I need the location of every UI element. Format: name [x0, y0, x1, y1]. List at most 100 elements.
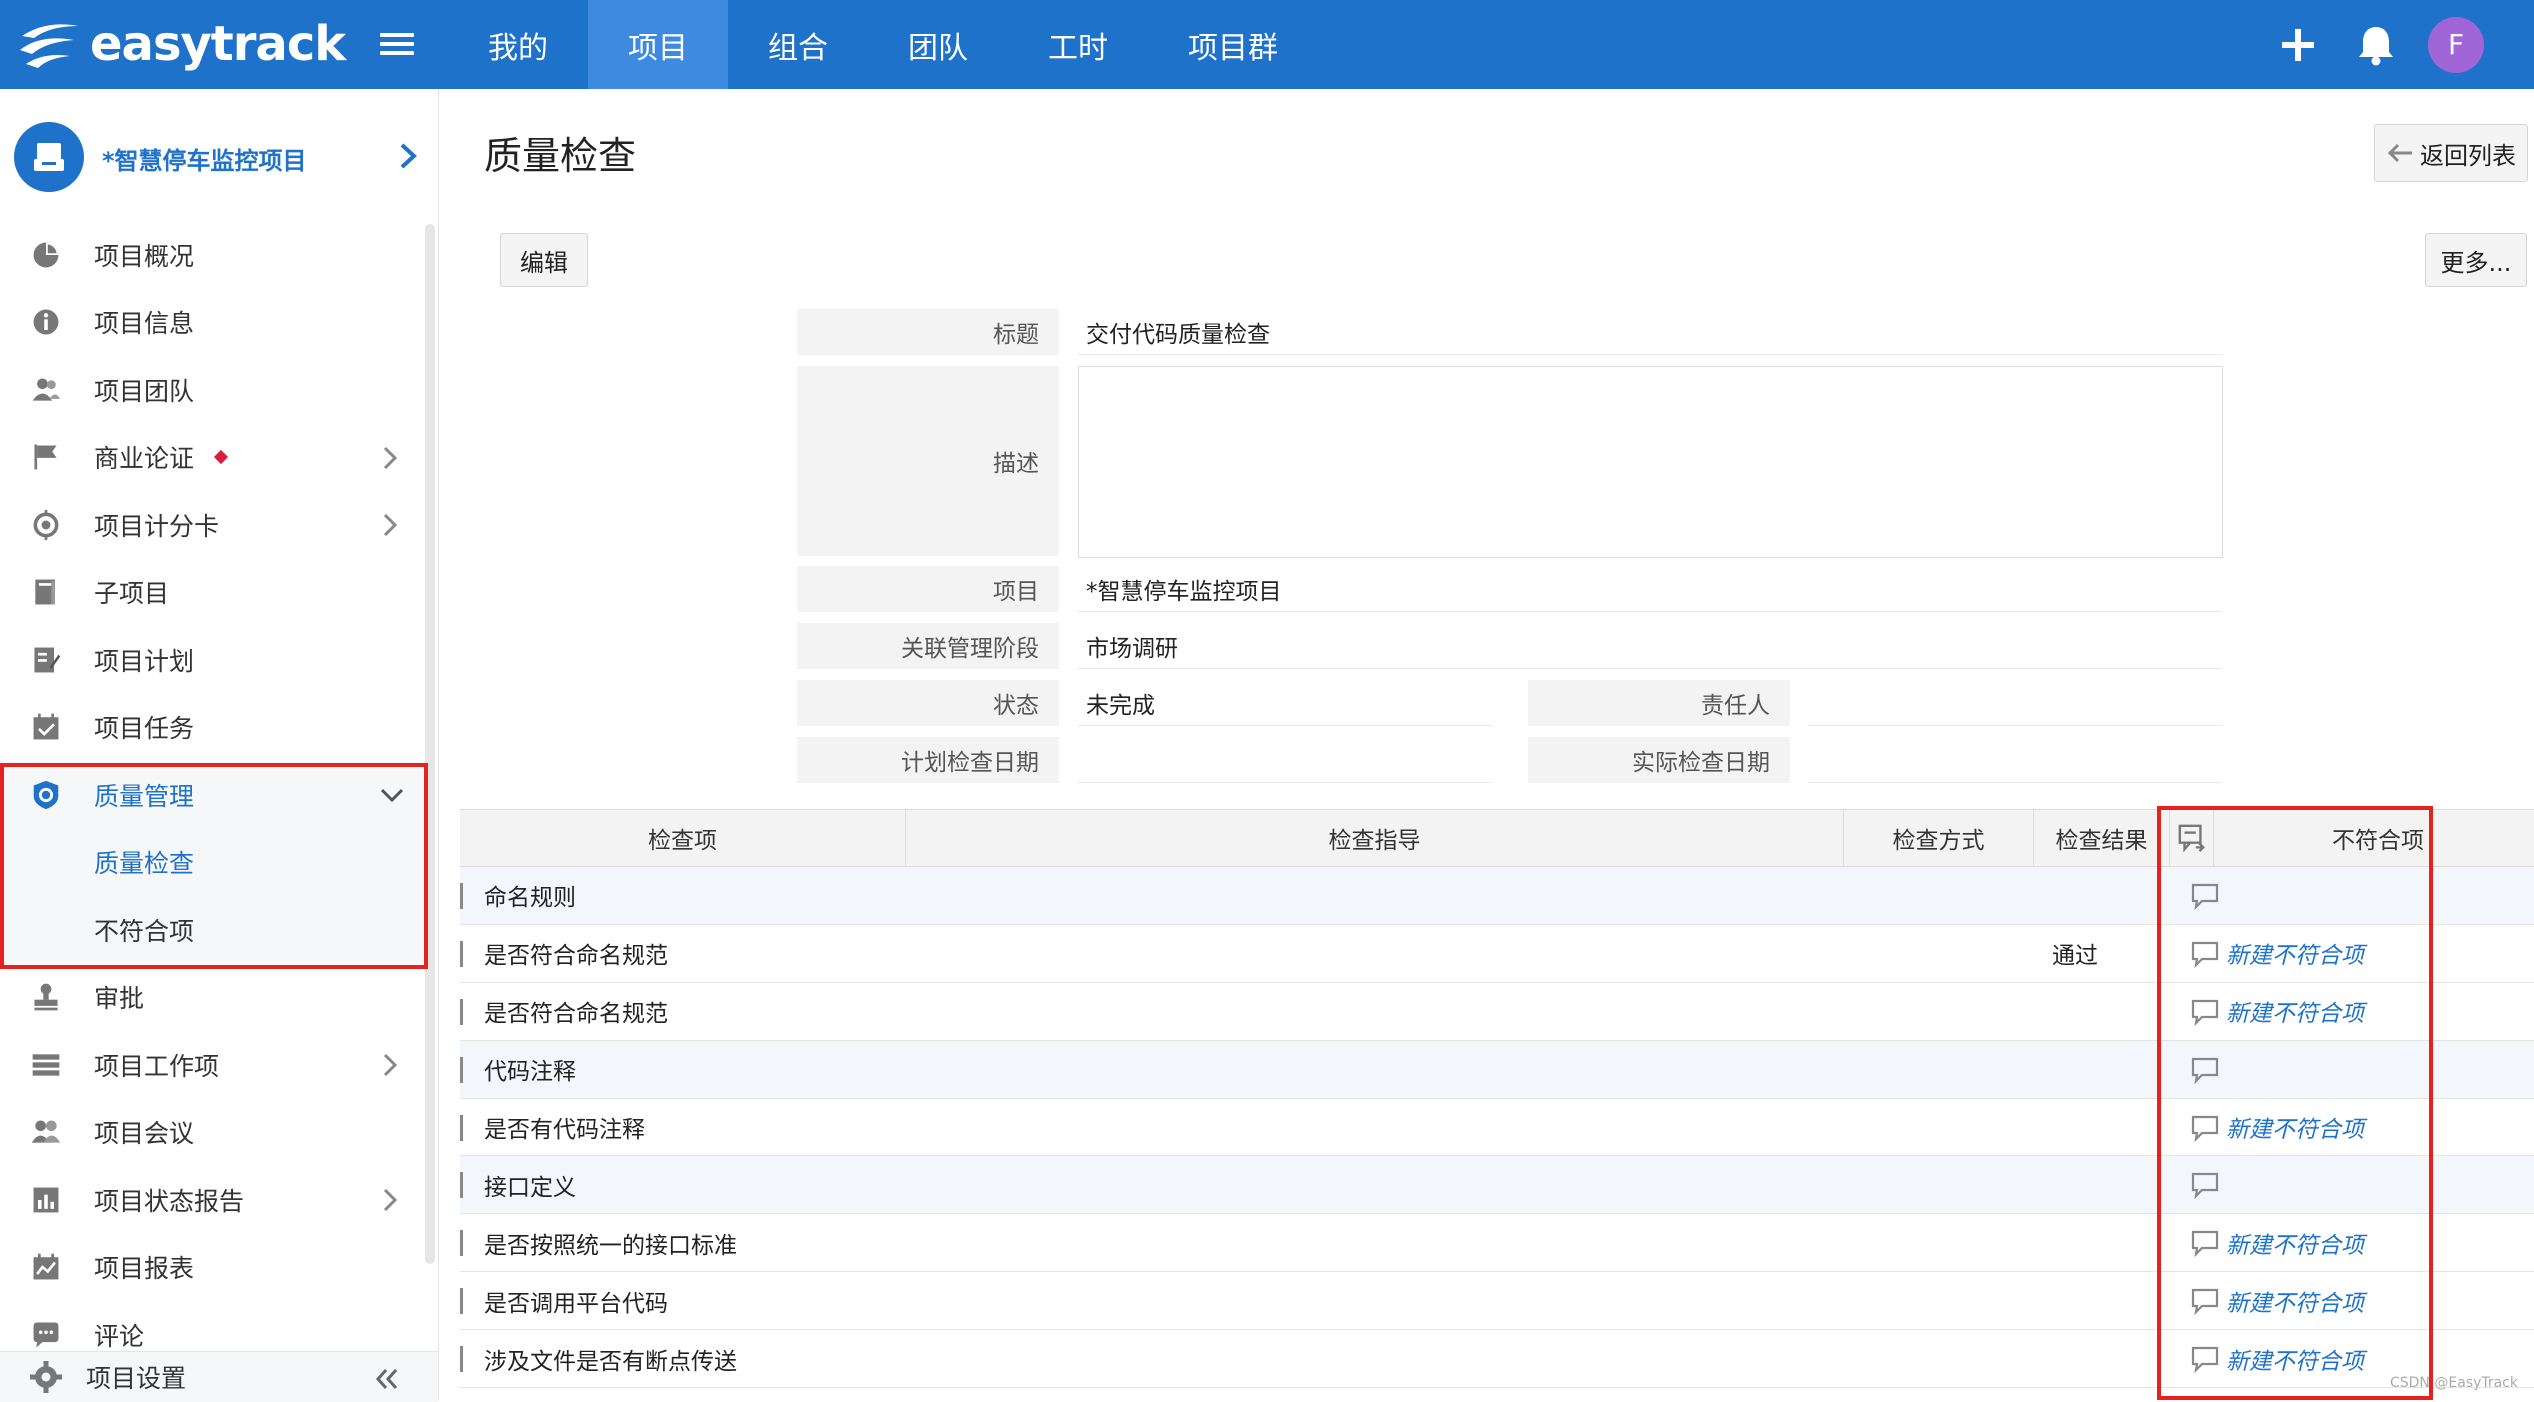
collapse-sidebar-icon[interactable] [372, 1364, 402, 1394]
chart-report-icon [33, 1253, 59, 1280]
nav-item-portfolio[interactable]: 组合 [728, 0, 868, 89]
project-avatar [14, 122, 84, 192]
main-nav: 我的 项目 组合 团队 工时 项目群 [448, 0, 1318, 89]
sidebar-item-subproject[interactable]: 子项目 [0, 559, 430, 627]
project-header[interactable]: *智慧停车监控项目 [0, 89, 438, 221]
row-handle[interactable] [460, 940, 463, 967]
check-item-cell: 是否符合命名规范 [484, 1001, 668, 1028]
sidebar-item-approval[interactable]: 审批 [0, 964, 430, 1032]
logo-text: easytrack [90, 16, 346, 72]
row-handle[interactable] [460, 1346, 463, 1373]
user-avatar[interactable]: F [2428, 16, 2484, 73]
list-icon [32, 1054, 60, 1076]
bell-icon[interactable] [2346, 15, 2406, 75]
sidebar-item-label: 项目概况 [94, 241, 195, 271]
sidebar-item-label: 评论 [94, 1321, 145, 1351]
check-item-cell: 是否按照统一的接口标准 [484, 1232, 737, 1259]
phase-value[interactable]: 市场调研 [1078, 623, 2222, 669]
row-handle[interactable] [460, 1172, 463, 1199]
status-value[interactable]: 未完成 [1078, 680, 1492, 726]
planned-check-date-value[interactable] [1078, 737, 1492, 783]
header-check-guide[interactable]: 检查指导 [906, 810, 1844, 866]
team-icon [32, 378, 61, 401]
sidebar-item-plan[interactable]: 项目计划 [0, 626, 430, 694]
sidebar-item-work-items[interactable]: 项目工作项 [0, 1031, 430, 1099]
sidebar-item-label: 项目计分卡 [94, 511, 220, 541]
owner-value[interactable] [1808, 680, 2222, 726]
sidebar-item-label: 项目计划 [94, 646, 195, 676]
row-handle[interactable] [460, 1288, 463, 1315]
logo-swirl-icon [20, 24, 78, 68]
sidebar-item-team[interactable]: 项目团队 [0, 356, 430, 424]
flag-icon [34, 444, 57, 470]
sidebar-item-overview[interactable]: 项目概况 [0, 221, 430, 289]
sidebar-item-label: 审批 [94, 984, 145, 1014]
sidebar-item-settings[interactable]: 项目设置 [0, 1351, 438, 1402]
stamp-icon [34, 983, 58, 1011]
edit-button[interactable]: 编辑 [500, 233, 588, 287]
back-to-list-button[interactable]: 返回列表 [2374, 124, 2528, 182]
title-label: 标题 [797, 309, 1059, 355]
nav-item-mine[interactable]: 我的 [448, 0, 588, 89]
project-value[interactable]: *智慧停车监控项目 [1078, 566, 2222, 612]
check-item-cell: 是否有代码注释 [484, 1117, 645, 1143]
sidebar-item-label: 项目信息 [94, 309, 195, 339]
sidebar-item-reports[interactable]: 项目报表 [0, 1234, 430, 1302]
sidebar-item-tasks[interactable]: 项目任务 [0, 694, 430, 762]
planned-check-date-label: 计划检查日期 [797, 737, 1059, 783]
project-label: 项目 [797, 566, 1059, 612]
sidebar: *智慧停车监控项目 项目概况 项目信息 项目团队 商业论证 项目计分卡 子项目 … [0, 89, 439, 1402]
project-name: *智慧停车监控项目 [102, 147, 307, 175]
row-handle[interactable] [460, 1230, 463, 1257]
check-item-cell: 涉及文件是否有断点传送 [484, 1348, 737, 1375]
chevron-right-icon[interactable] [378, 1051, 402, 1079]
row-handle[interactable] [460, 998, 463, 1025]
highlight-box [0, 763, 428, 969]
actual-check-date-value[interactable] [1808, 737, 2222, 783]
header-check-item[interactable]: 检查项 [460, 810, 906, 866]
header-check-method[interactable]: 检查方式 [1844, 810, 2034, 866]
chevron-right-icon[interactable] [378, 1186, 402, 1214]
header-check-result[interactable]: 检查结果 [2034, 810, 2170, 866]
sidebar-item-meetings[interactable]: 项目会议 [0, 1099, 430, 1167]
highlight-box [2157, 806, 2433, 1400]
nav-item-team[interactable]: 团队 [868, 0, 1008, 89]
comment-icon [33, 1322, 59, 1348]
sidebar-item-label: 项目设置 [86, 1364, 187, 1393]
info-icon [33, 309, 59, 335]
book-icon [35, 579, 55, 605]
sidebar-item-label: 项目任务 [94, 714, 195, 744]
check-item-cell: 是否调用平台代码 [484, 1290, 668, 1317]
pie-chart-icon [33, 242, 59, 268]
description-field[interactable] [1078, 366, 2223, 558]
check-item-cell: 是否符合命名规范 [484, 943, 668, 970]
nav-item-timesheet[interactable]: 工时 [1008, 0, 1148, 89]
sidebar-item-label: 子项目 [94, 579, 170, 609]
chevron-right-icon[interactable] [378, 444, 402, 472]
sidebar-scrollbar[interactable] [425, 224, 435, 1264]
check-result-cell[interactable]: 通过 [2052, 925, 2098, 982]
title-value[interactable]: 交付代码质量检查 [1078, 309, 2222, 355]
sidebar-item-scorecard[interactable]: 项目计分卡 [0, 491, 430, 559]
row-handle[interactable] [460, 1114, 463, 1141]
sidebar-item-label: 项目报表 [94, 1254, 195, 1284]
chevron-right-icon[interactable] [378, 511, 402, 539]
sidebar-item-business-case[interactable]: 商业论证 [0, 424, 430, 492]
sidebar-item-label: 项目团队 [94, 376, 195, 406]
chevron-right-icon[interactable] [396, 141, 420, 171]
row-handle[interactable] [460, 1056, 463, 1083]
nav-item-program[interactable]: 项目群 [1148, 0, 1318, 89]
sidebar-item-info[interactable]: 项目信息 [0, 289, 430, 357]
easytrack-logo[interactable]: easytrack [16, 14, 346, 74]
owner-label: 责任人 [1528, 680, 1790, 726]
menu-toggle-icon[interactable] [380, 28, 414, 60]
more-button[interactable]: 更多... [2425, 233, 2527, 287]
nav-item-project[interactable]: 项目 [588, 0, 728, 89]
page-title: 质量检查 [484, 134, 637, 178]
add-icon[interactable] [2268, 15, 2328, 75]
status-label: 状态 [797, 680, 1059, 726]
sidebar-item-status-report[interactable]: 项目状态报告 [0, 1166, 430, 1234]
row-handle[interactable] [460, 883, 463, 909]
target-icon [33, 509, 59, 540]
check-item-cell: 接口定义 [484, 1174, 576, 1201]
